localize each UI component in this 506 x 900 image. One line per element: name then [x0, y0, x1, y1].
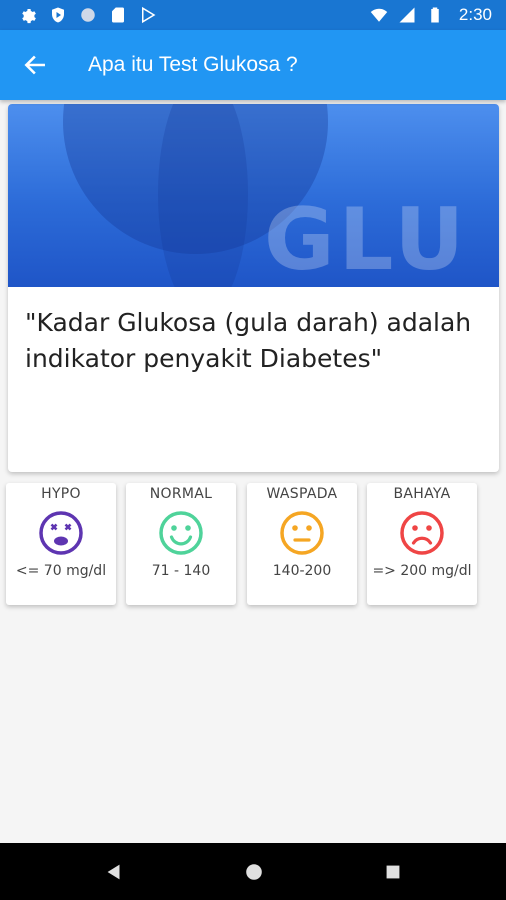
app-bar: Apa itu Test Glukosa ? — [0, 30, 506, 100]
range-card-waspada[interactable]: WASPADA 140-200 — [247, 483, 357, 605]
range-card-bahaya[interactable]: BAHAYA => 200 mg/dl — [367, 483, 477, 605]
sad-face-icon — [398, 509, 446, 557]
nav-recents-button[interactable] — [380, 859, 406, 885]
back-triangle-icon — [107, 864, 120, 880]
quote-text: "Kadar Glukosa (gula darah) adalah indik… — [25, 308, 472, 373]
range-label: BAHAYA — [393, 486, 451, 502]
range-value: => 200 mg/dl — [372, 563, 472, 579]
play-store-icon — [138, 5, 158, 25]
sd-card-icon — [108, 5, 128, 25]
dizzy-face-icon — [37, 509, 85, 557]
range-value: <= 70 mg/dl — [15, 563, 107, 579]
page-title: Apa itu Test Glukosa ? — [88, 53, 298, 76]
status-time: 2:30 — [458, 5, 492, 24]
range-label: HYPO — [41, 486, 81, 502]
settings-icon — [18, 5, 38, 25]
range-value: 71 - 140 — [151, 563, 211, 579]
recents-square-icon — [386, 865, 400, 879]
shield-icon — [48, 5, 68, 25]
navigation-bar — [0, 843, 506, 900]
back-button[interactable] — [0, 30, 70, 100]
range-card-normal[interactable]: NORMAL 71 - 140 — [126, 483, 236, 605]
nav-back-button[interactable] — [101, 859, 127, 885]
status-bar: 2:30 — [0, 0, 506, 30]
range-card-hypo[interactable]: HYPO <= 70 mg/dl — [6, 483, 116, 605]
banner-text: GLU — [264, 190, 469, 287]
home-circle-icon — [246, 864, 262, 880]
wifi-icon — [369, 5, 389, 25]
range-label: WASPADA — [266, 486, 338, 502]
smile-face-icon — [157, 509, 205, 557]
circle-icon — [78, 5, 98, 25]
neutral-face-icon — [278, 509, 326, 557]
cell-signal-icon — [397, 5, 417, 25]
range-label: NORMAL — [149, 486, 213, 502]
nav-home-button[interactable] — [241, 859, 267, 885]
arrow-left-icon — [24, 55, 45, 75]
glucose-ranges: HYPO <= 70 mg/dl NORMAL 71 - 140 WASPADA — [6, 483, 486, 605]
range-value: 140-200 — [272, 563, 332, 579]
banner-image: GLU — [8, 104, 499, 287]
info-card: GLU "Kadar Glukosa (gula darah) adalah i… — [8, 104, 499, 472]
battery-icon — [425, 5, 445, 25]
